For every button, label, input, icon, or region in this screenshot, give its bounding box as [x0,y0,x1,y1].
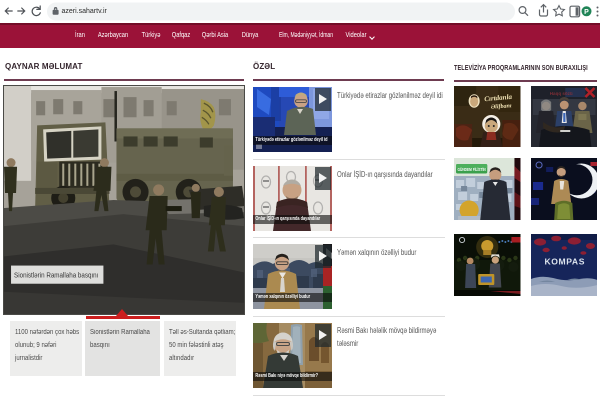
svg-text:P: P [584,9,589,16]
svg-text:GÜNDEM FİLİSTİN: GÜNDEM FİLİSTİN [458,167,486,172]
svg-text:Sionistlərin Ramallaha basqını: Sionistlərin Ramallaha basqını [14,271,98,280]
svg-text:KOMPAS: KOMPAS [544,257,585,267]
svg-text:Haqq sözü: Haqq sözü [549,91,572,96]
